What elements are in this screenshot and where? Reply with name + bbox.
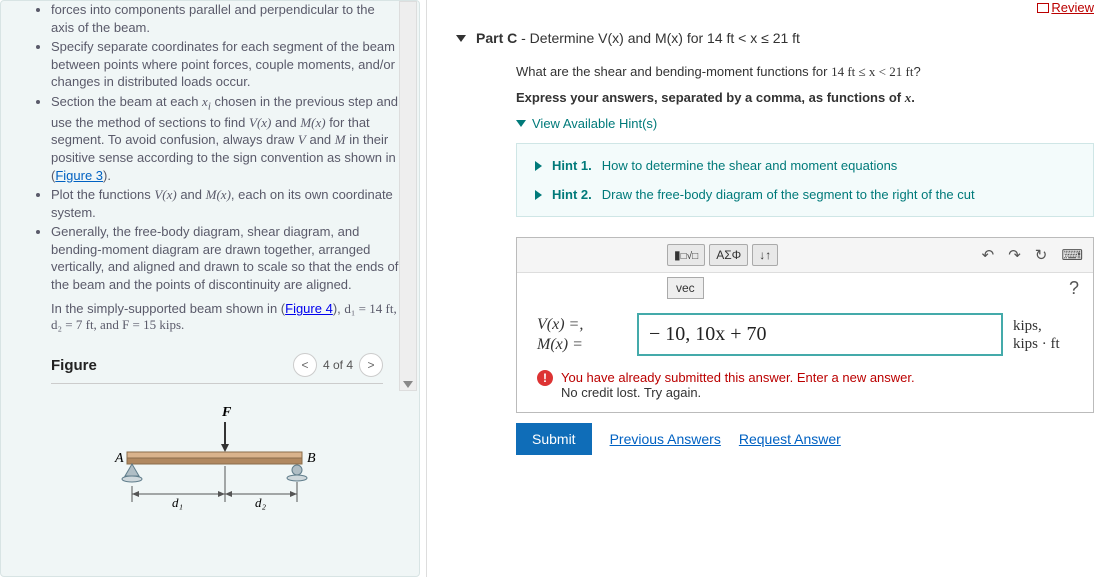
- undo-icon[interactable]: ↶: [982, 246, 995, 264]
- figure-page-indicator: 4 of 4: [323, 358, 353, 372]
- error-icon: !: [537, 370, 553, 386]
- figure-prev-button[interactable]: <: [293, 353, 317, 377]
- right-question-pane: Review Part C - Determine V(x) and M(x) …: [426, 0, 1112, 577]
- instruction-item: Section the beam at each xi chosen in th…: [51, 93, 401, 184]
- svg-text:B: B: [307, 451, 316, 466]
- svg-text:d₁: d₁: [172, 495, 183, 510]
- help-icon[interactable]: ?: [1069, 278, 1079, 299]
- hint-1-toggle[interactable]: Hint 1. How to determine the shear and m…: [535, 158, 1075, 173]
- instructions-text: forces into components parallel and perp…: [51, 1, 401, 293]
- figure-4-link[interactable]: Figure 4: [285, 301, 333, 316]
- scrollbar[interactable]: [399, 1, 417, 391]
- answer-units: kips, kips · ft: [1013, 317, 1083, 353]
- greek-button[interactable]: ΑΣΦ: [709, 244, 748, 266]
- keyboard-icon[interactable]: ⌨: [1061, 246, 1083, 264]
- hint-2-toggle[interactable]: Hint 2. Draw the free-body diagram of th…: [535, 187, 1075, 202]
- feedback-message: ! You have already submitted this answer…: [517, 370, 1093, 412]
- previous-answers-link[interactable]: Previous Answers: [610, 431, 721, 447]
- svg-text:F: F: [221, 405, 232, 420]
- vec-button[interactable]: vec: [667, 277, 704, 299]
- request-answer-link[interactable]: Request Answer: [739, 431, 841, 447]
- hints-container: Hint 1. How to determine the shear and m…: [516, 143, 1094, 217]
- chevron-down-icon: [516, 120, 526, 127]
- collapse-icon: [456, 35, 466, 42]
- instruction-item: forces into components parallel and perp…: [51, 1, 401, 36]
- part-c-header[interactable]: Part C - Determine V(x) and M(x) for 14 …: [456, 30, 1094, 46]
- submit-button[interactable]: Submit: [516, 423, 592, 455]
- answer-input-box: ▮□√□ ΑΣΦ ↓↑ ↶ ↷ ↻ ⌨ vec ?: [516, 237, 1094, 413]
- left-instructions-pane: forces into components parallel and perp…: [0, 0, 420, 577]
- figure-4-diagram: F A B d₁: [51, 404, 383, 514]
- answer-variable-label: V(x) =, M(x) =: [537, 315, 627, 353]
- instruction-item: Generally, the free-body diagram, shear …: [51, 223, 401, 293]
- view-hints-toggle[interactable]: View Available Hint(s): [516, 116, 1094, 131]
- answer-field[interactable]: − 10, 10x + 70: [637, 313, 1003, 356]
- flag-icon: [1037, 3, 1049, 13]
- figure-3-link[interactable]: Figure 3: [55, 168, 103, 183]
- svg-text:A: A: [114, 451, 124, 466]
- chevron-right-icon: [535, 161, 542, 171]
- review-link[interactable]: Review: [1037, 0, 1094, 15]
- given-values: In the simply-supported beam shown in (F…: [51, 301, 401, 333]
- figure-next-button[interactable]: >: [359, 353, 383, 377]
- template-button[interactable]: ▮□√□: [667, 244, 705, 266]
- instruction-item: Specify separate coordinates for each se…: [51, 38, 401, 91]
- figure-title: Figure: [51, 357, 97, 374]
- chevron-right-icon: [535, 190, 542, 200]
- question-line-1: What are the shear and bending-moment fu…: [516, 64, 1094, 80]
- svg-text:d₂: d₂: [255, 495, 267, 510]
- redo-icon[interactable]: ↷: [1008, 246, 1021, 264]
- instruction-item: Plot the functions V(x) and M(x), each o…: [51, 186, 401, 221]
- reset-icon[interactable]: ↻: [1035, 246, 1048, 264]
- question-line-2: Express your answers, separated by a com…: [516, 90, 1094, 106]
- subscript-button[interactable]: ↓↑: [752, 244, 778, 266]
